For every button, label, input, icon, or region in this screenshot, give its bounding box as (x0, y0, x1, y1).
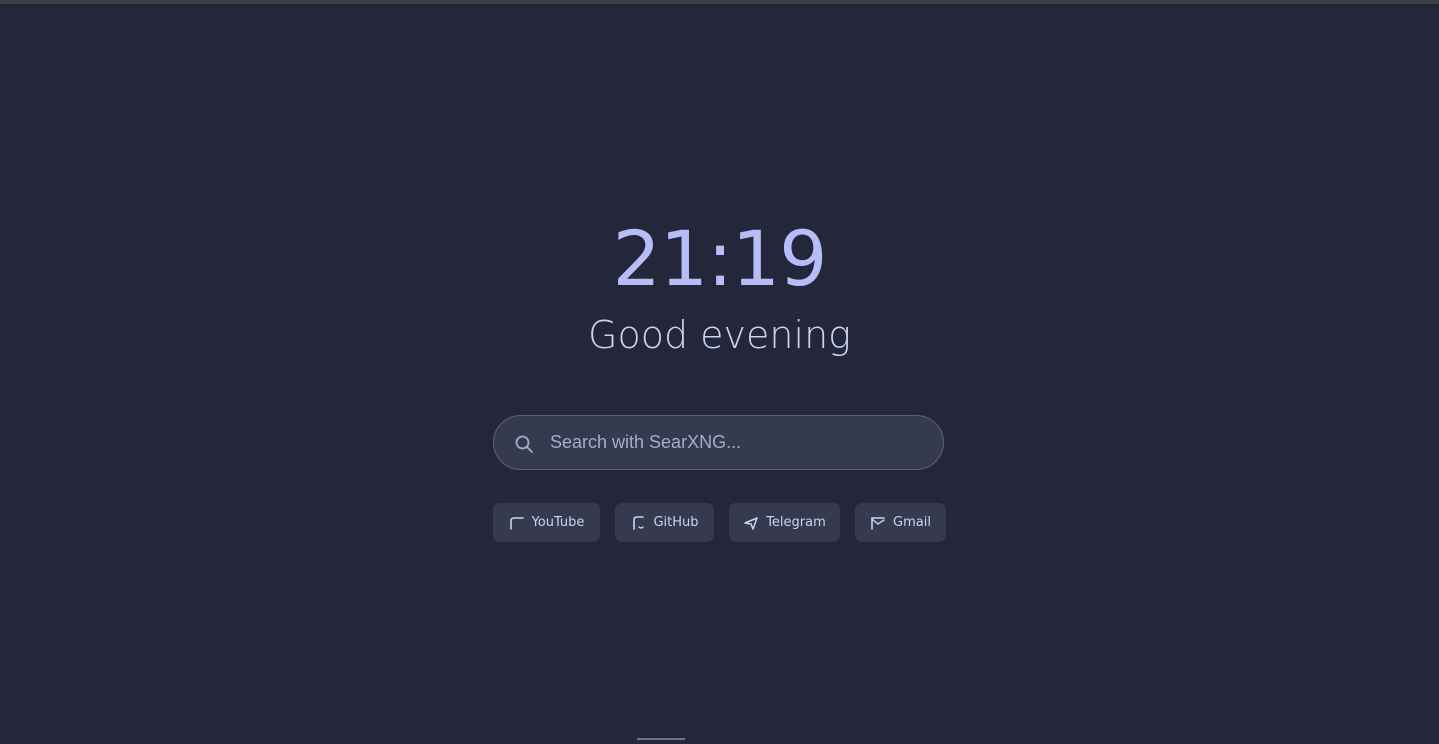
shortcut-label: YouTube (531, 515, 585, 530)
new-tab-page (0, 4, 1439, 744)
shortcut-label: GitHub (653, 515, 699, 530)
shortcut-label: Telegram (766, 515, 826, 530)
clock-time: 21:19 (612, 214, 827, 303)
youtube-icon (509, 515, 525, 531)
gmail-icon (870, 515, 886, 531)
telegram-icon (743, 515, 759, 531)
shortcut-youtube[interactable]: YouTube (493, 503, 600, 542)
shortcut-gmail[interactable]: Gmail (855, 503, 946, 542)
search-bar[interactable] (493, 415, 944, 470)
search-input[interactable] (550, 416, 920, 468)
shortcut-telegram[interactable]: Telegram (729, 503, 840, 542)
github-icon (630, 515, 646, 531)
shortcut-github[interactable]: GitHub (615, 503, 714, 542)
greeting-text: Good evening (588, 313, 851, 357)
search-icon (514, 434, 534, 454)
shortcut-label: Gmail (893, 515, 931, 530)
bottom-indicator (637, 738, 685, 740)
